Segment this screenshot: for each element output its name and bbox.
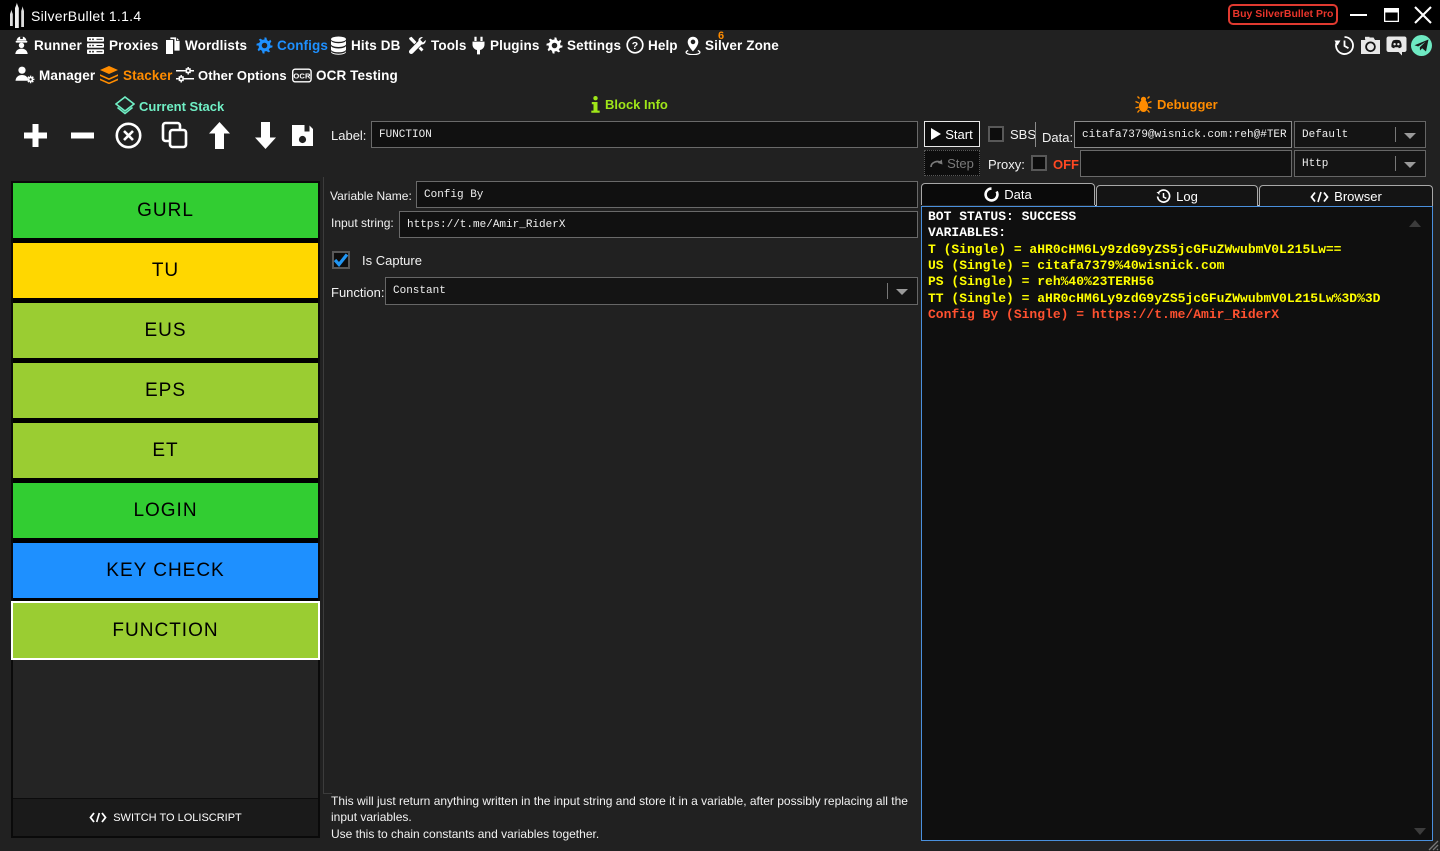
svg-text:?: ? [632,40,639,52]
svg-text:OCR: OCR [293,71,311,80]
